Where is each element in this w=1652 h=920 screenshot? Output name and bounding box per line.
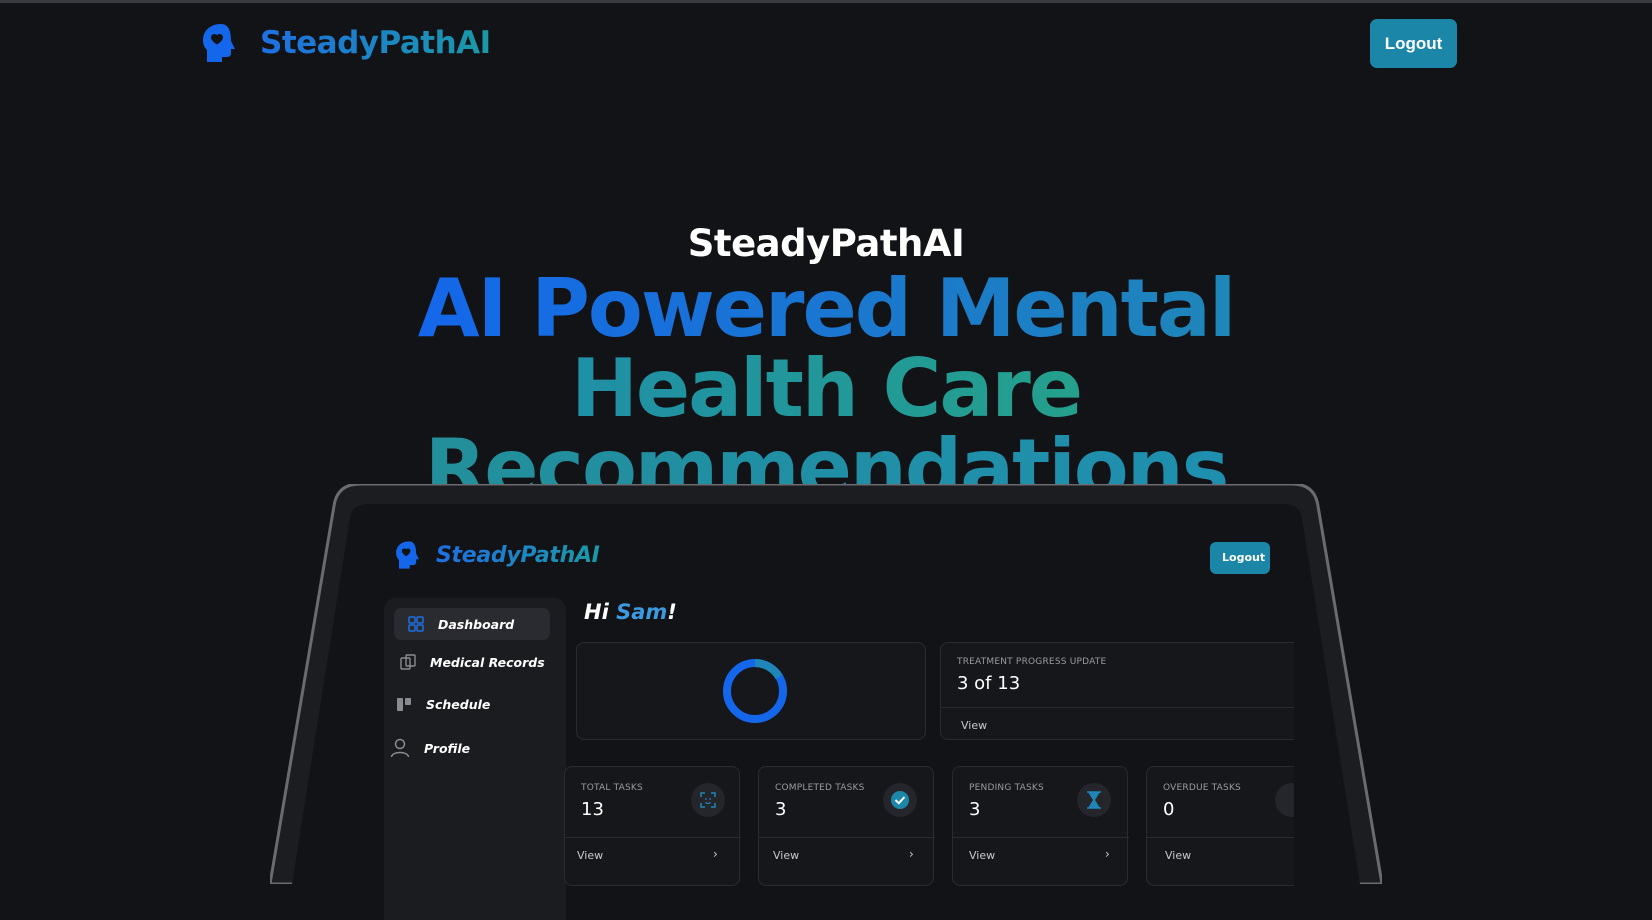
hero-eyebrow: SteadyPathAI [687,222,965,265]
dashboard-screen: SteadyPathAI Logout Dashboard Medical Re… [374,520,1294,920]
records-icon [400,654,416,670]
card-divider [759,837,935,838]
sidebar-item-label: Medical Records [430,654,545,670]
logout-button[interactable]: Logout [1370,19,1457,68]
card-value: 3 of 13 [957,673,1021,694]
card-value: 13 [581,799,604,820]
laptop-mockup: SteadyPathAI Logout Dashboard Medical Re… [270,484,1382,920]
view-link: View [773,849,800,862]
alert-icon [1275,783,1294,817]
sidebar-item-schedule: Schedule [396,696,490,712]
card-value: 0 [1163,799,1175,820]
head-heart-icon [203,24,235,62]
dashboard-sidebar: Dashboard Medical Records Schedule Profi… [384,598,566,920]
card-label: OVERDUE TASKS [1163,783,1241,793]
dashboard-icon [408,616,424,632]
schedule-icon [397,698,411,711]
dashboard-logout-button: Logout [1210,542,1270,574]
view-link: View [577,849,604,862]
sidebar-item-medical-records: Medical Records [400,654,545,670]
top-border [0,0,1652,3]
hourglass-icon [1077,783,1111,817]
chevron-right-icon: › [1105,847,1110,861]
view-link: View [1165,849,1192,862]
card-label: COMPLETED TASKS [775,783,865,793]
card-value: 3 [969,799,981,820]
chevron-right-icon: › [713,847,718,861]
user-name: Sam [616,600,668,624]
hero-title-line2: Health Care [570,342,1083,435]
sidebar-item-dashboard: Dashboard [394,608,550,640]
card-divider [941,707,1294,708]
hero-section: SteadyPathAI AI Powered Mental Health Ca… [0,222,1652,509]
card-label: PENDING TASKS [969,783,1044,793]
sidebar-item-label: Dashboard [438,616,515,632]
brand-name: SteadyPathAI [260,25,491,61]
site-header: SteadyPathAI Logout [200,18,1457,68]
dashboard-brand-name: SteadyPathAI [436,542,600,568]
view-link: View [961,719,988,732]
hero-title: AI Powered Mental Health Care Recommenda… [0,269,1652,509]
sidebar-item-profile: Profile [390,738,470,758]
card-value: 3 [775,799,787,820]
chevron-right-icon: › [909,847,914,861]
card-divider [565,837,741,838]
card-divider [953,837,1129,838]
dashboard-brand: SteadyPathAI [394,540,600,570]
view-link: View [969,849,996,862]
brand-logo[interactable]: SteadyPathAI [200,22,491,64]
card-label: TREATMENT PROGRESS UPDATE [957,657,1107,667]
stat-card-completed-tasks: COMPLETED TASKS 3 View › [758,766,935,886]
check-circle-icon [883,783,917,817]
scan-face-icon [691,783,725,817]
stat-card-total-tasks: TOTAL TASKS 13 View › [564,766,741,886]
card-label: TOTAL TASKS [581,783,643,793]
sidebar-item-label: Schedule [426,696,491,712]
stat-card-pending-tasks: PENDING TASKS 3 View › [952,766,1129,886]
dashboard-greeting: Hi Sam! [584,600,677,624]
progress-donut [723,659,787,723]
sidebar-item-label: Profile [424,740,471,756]
hero-title-line1: AI Powered Mental [417,262,1237,355]
progress-chart-card [576,642,926,740]
profile-icon [390,738,410,758]
head-heart-icon [396,541,419,569]
treatment-progress-card: TREATMENT PROGRESS UPDATE 3 of 13 View [940,642,1294,740]
card-divider [1147,837,1294,838]
stat-card-overdue-tasks: OVERDUE TASKS 0 View [1146,766,1294,886]
